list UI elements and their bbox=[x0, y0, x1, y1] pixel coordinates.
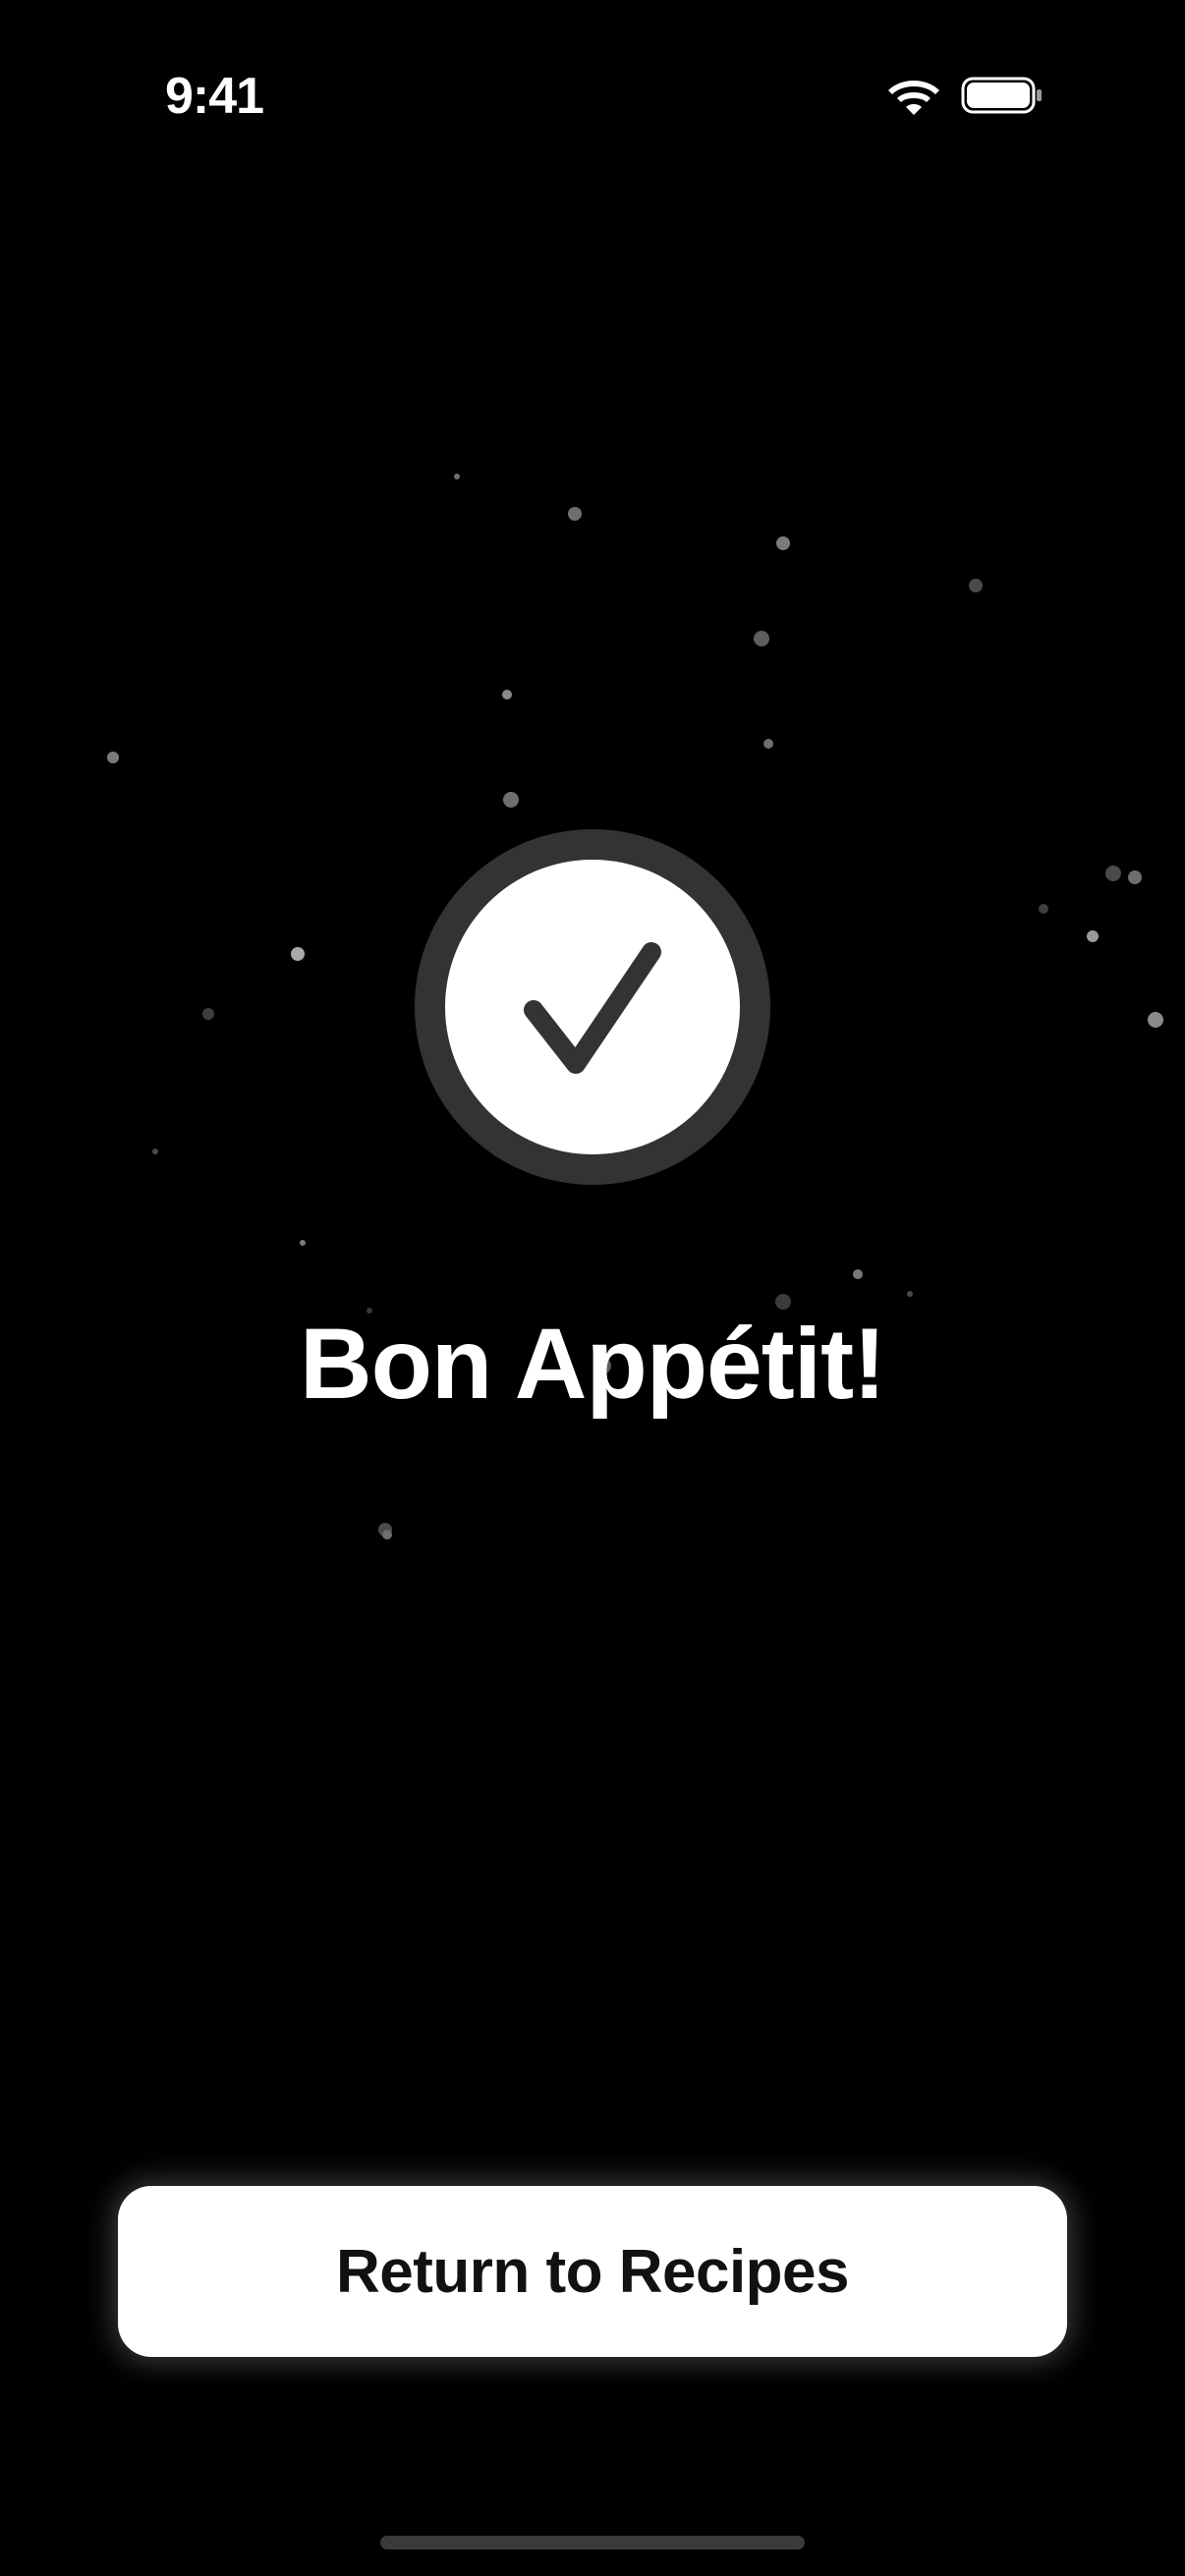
particle bbox=[853, 1269, 863, 1279]
status-time: 9:41 bbox=[165, 68, 264, 125]
particle bbox=[969, 579, 983, 592]
particle bbox=[152, 1148, 158, 1154]
particle bbox=[1148, 1012, 1163, 1028]
return-to-recipes-label: Return to Recipes bbox=[335, 2237, 850, 2306]
particle bbox=[1039, 904, 1048, 914]
status-bar: 9:41 bbox=[0, 0, 1185, 138]
particle bbox=[503, 792, 519, 808]
particle bbox=[754, 631, 769, 646]
checkmark-circle-icon bbox=[415, 829, 770, 1185]
particle bbox=[378, 1523, 392, 1537]
particle bbox=[202, 1008, 214, 1020]
particle bbox=[907, 1291, 913, 1297]
particle bbox=[763, 739, 773, 749]
particle bbox=[291, 947, 305, 961]
particle bbox=[300, 1240, 306, 1246]
particle bbox=[1128, 870, 1142, 884]
particle bbox=[776, 536, 790, 550]
particle bbox=[382, 1530, 392, 1540]
particle bbox=[502, 690, 512, 700]
particle bbox=[1105, 866, 1121, 881]
confirmation-title: Bon Appétit! bbox=[299, 1308, 886, 1420]
wifi-icon bbox=[888, 81, 939, 115]
home-indicator[interactable] bbox=[380, 2536, 805, 2549]
particle bbox=[107, 752, 119, 763]
particle bbox=[1087, 930, 1099, 942]
particle bbox=[568, 507, 582, 521]
return-to-recipes-button[interactable]: Return to Recipes bbox=[118, 2186, 1067, 2357]
particle bbox=[454, 474, 460, 479]
battery-icon bbox=[961, 77, 1042, 114]
